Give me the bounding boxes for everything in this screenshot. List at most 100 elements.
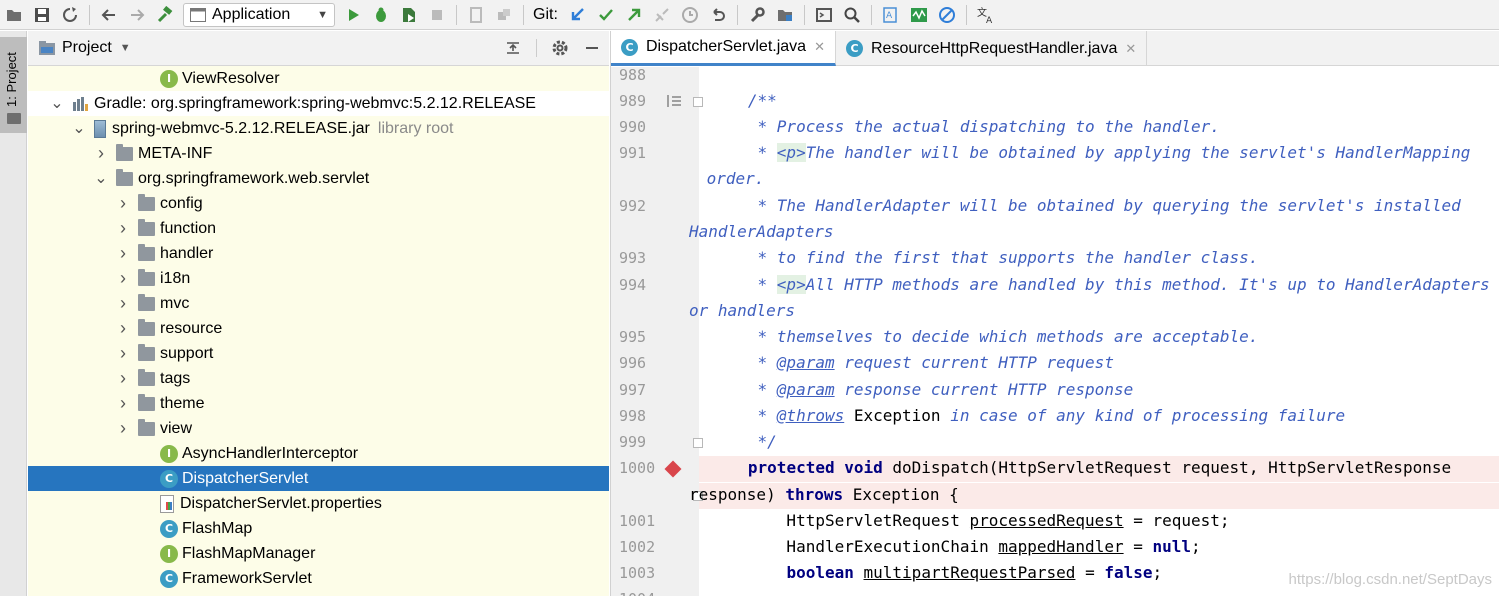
tree-item[interactable]: › tags [28,366,609,391]
translate-document-icon[interactable]: A [880,4,902,26]
fold-marker-icon[interactable] [693,97,703,107]
tree-item[interactable]: C DispatcherServlet [28,466,609,491]
tree-item[interactable]: › view [28,416,609,441]
chevron-right-icon[interactable]: › [116,418,130,439]
code-line[interactable]: 1001 HttpServletRequest processedRequest… [611,509,1499,535]
tree-item[interactable]: › function [28,216,609,241]
back-icon[interactable] [98,4,120,26]
code-text: * @param response current HTTP response [719,380,1134,399]
code-line[interactable]: 997 * @param response current HTTP respo… [611,378,1499,404]
code-line[interactable]: 990 * Process the actual dispatching to … [611,115,1499,141]
chevron-right-icon[interactable]: › [116,368,130,389]
project-tree: I ViewResolver ⌄ Gradle: org.springframewor… [28,66,609,591]
code-line[interactable]: 999 */ [611,430,1499,456]
tree-item[interactable]: I ViewResolver [28,66,609,91]
chevron-right-icon[interactable]: › [116,318,130,339]
save-icon[interactable] [31,4,53,26]
git-history-icon[interactable] [679,4,701,26]
editor-tab[interactable]: C ResourceHttpRequestHandler.java ✕ [836,31,1148,66]
deploy-icon[interactable] [493,4,515,26]
project-tool-window-tab[interactable]: 1: Project [0,37,27,133]
chevron-right-icon[interactable]: › [116,268,130,289]
debug-icon[interactable] [370,4,392,26]
tree-item[interactable]: ⌄ org.springframework.web.servlet [28,166,609,191]
tree-item[interactable]: ⌄ spring-webmvc-5.2.12.RELEASE.jar library… [28,116,609,141]
chevron-right-icon[interactable]: › [116,393,130,414]
code-line[interactable]: 1004 [611,587,1499,596]
tree-item[interactable]: › theme [28,391,609,416]
code-area[interactable]: 988 989 /** 990 * Process the actual dispa… [611,66,1499,596]
device-icon[interactable] [465,4,487,26]
tree-item[interactable]: › resource [28,316,609,341]
no-entry-icon[interactable] [936,4,958,26]
code-line[interactable]: order. [611,167,1499,193]
chevron-right-icon[interactable]: › [94,143,108,164]
tree-item[interactable]: › META-INF [28,141,609,166]
sync-icon[interactable] [59,4,81,26]
code-line[interactable]: 993 * to find the first that supports th… [611,246,1499,272]
terminal-window-icon[interactable] [813,4,835,26]
git-push-icon[interactable] [623,4,645,26]
tool-window-strip: 1: Project [0,31,27,596]
code-line[interactable]: 989 /** [611,89,1499,115]
code-line[interactable]: 1000 protected void doDispatch(HttpServl… [619,456,1499,482]
run-configuration-select[interactable]: Application ▼ [183,2,335,27]
editor-tab[interactable]: C DispatcherServlet.java ✕ [611,31,836,66]
render-doc-icon[interactable] [667,95,681,107]
code-line[interactable]: 1002 HandlerExecutionChain mappedHandler… [611,535,1499,561]
code-line[interactable]: response) throws Exception { [689,483,1499,509]
collapse-all-icon[interactable] [504,39,522,57]
chevron-right-icon[interactable]: › [116,243,130,264]
git-rollback-icon[interactable] [707,4,729,26]
code-line[interactable]: 994 * <p>All HTTP methods are handled by… [611,273,1499,299]
code-line[interactable]: 995 * themselves to decide which methods… [611,325,1499,351]
tree-item[interactable]: I AsyncHandlerInterceptor [28,441,609,466]
tree-item[interactable]: › config [28,191,609,216]
run-icon[interactable] [342,4,364,26]
chevron-right-icon[interactable]: › [116,193,130,214]
close-icon[interactable]: ✕ [814,39,825,55]
translate-icon[interactable]: 文A [975,4,997,26]
tree-item[interactable]: › handler [28,241,609,266]
search-icon[interactable] [841,4,863,26]
tree-item[interactable]: › support [28,341,609,366]
stop-icon[interactable] [426,4,448,26]
git-update-icon[interactable] [567,4,589,26]
fold-marker-icon[interactable] [693,438,703,448]
tree-item[interactable]: › i18n [28,266,609,291]
project-structure-icon[interactable] [774,4,796,26]
chevron-down-icon[interactable]: ⌄ [50,95,64,111]
build-hammer-icon[interactable] [154,4,176,26]
activity-monitor-icon[interactable] [908,4,930,26]
git-merge-icon[interactable] [651,4,673,26]
tree-item[interactable]: I FlashMapManager [28,541,609,566]
chevron-down-icon[interactable]: ▼ [120,42,131,54]
forward-icon[interactable] [126,4,148,26]
tree-item[interactable]: C FrameworkServlet [28,566,609,591]
tree-item[interactable]: DispatcherServlet.properties [28,491,609,516]
tree-item[interactable]: ⌄ Gradle: org.springframework:spring-webm… [28,91,609,116]
code-line[interactable]: 998 * @throws Exception in case of any k… [611,404,1499,430]
code-line[interactable]: 991 * <p>The handler will be obtained by… [611,141,1499,167]
git-commit-icon[interactable] [595,4,617,26]
chevron-right-icon[interactable]: › [116,293,130,314]
coverage-icon[interactable] [398,4,420,26]
code-line[interactable]: HandlerAdapters [611,220,1499,246]
code-line[interactable]: 988 [611,63,1499,89]
gear-icon[interactable] [551,39,569,57]
chevron-right-icon[interactable]: › [116,343,130,364]
code-text: HttpServletRequest processedRequest = re… [719,511,1230,530]
tree-item[interactable]: C FlashMap [28,516,609,541]
settings-wrench-icon[interactable] [746,4,768,26]
code-line[interactable]: or handlers [611,299,1499,325]
code-line[interactable]: 992 * The HandlerAdapter will be obtaine… [611,194,1499,220]
chevron-down-icon[interactable]: ⌄ [72,120,86,136]
tree-item[interactable]: › mvc [28,291,609,316]
chevron-down-icon[interactable]: ⌄ [94,170,108,186]
chevron-right-icon[interactable]: › [116,218,130,239]
open-folder-icon[interactable] [3,4,25,26]
project-panel-title[interactable]: Project [62,39,112,57]
close-icon[interactable]: ✕ [1125,41,1136,57]
code-line[interactable]: 996 * @param request current HTTP reques… [611,351,1499,377]
minimize-icon[interactable] [583,39,601,57]
